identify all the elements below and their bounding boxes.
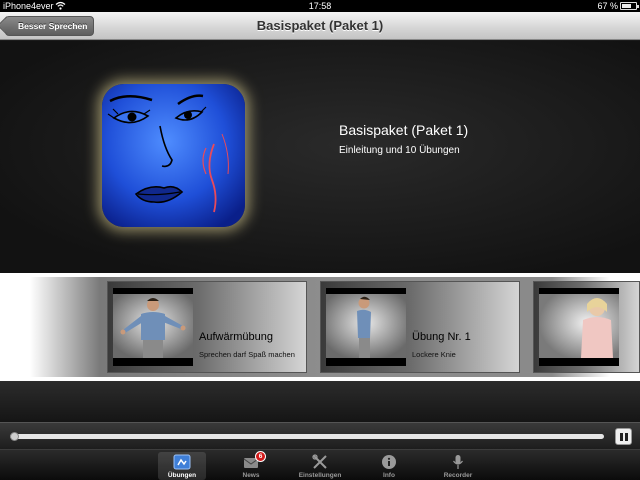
battery-percent: 67 % <box>597 1 618 11</box>
content-spacer <box>0 381 640 422</box>
tab-einstellungen[interactable]: Einstellungen <box>296 452 344 480</box>
tab-news[interactable]: 6 News <box>227 451 275 480</box>
back-button-label: Besser Sprechen <box>18 21 88 31</box>
woman-portrait-thumbnail <box>539 288 619 366</box>
tab-label: Einstellungen <box>298 472 342 479</box>
exercise-subtitle: Lockere Knie <box>412 350 456 359</box>
face-sketch-app-icon <box>102 84 245 227</box>
pause-button[interactable] <box>615 428 632 445</box>
package-subtitle: Einleitung und 10 Übungen <box>339 145 460 156</box>
status-bar: iPhone4ever 17:58 67 % <box>0 0 640 12</box>
man-stretching-thumbnail <box>113 288 193 366</box>
tab-label: Übungen <box>167 472 197 479</box>
microphone-icon <box>453 455 463 469</box>
audio-player <box>0 422 640 449</box>
tab-uebungen[interactable]: Übungen <box>158 452 206 480</box>
tab-label: Recorder <box>443 472 473 479</box>
exercise-carousel[interactable]: Aufwärmübung Sprechen darf Spaß machen Ü… <box>0 273 640 381</box>
exercise-title: Aufwärmübung <box>199 331 273 343</box>
exercise-card-2[interactable] <box>533 281 640 373</box>
back-button[interactable]: Besser Sprechen <box>5 16 95 36</box>
exercise-title: Übung Nr. 1 <box>412 331 471 343</box>
tab-label: News <box>242 472 260 479</box>
navigation-bar: Basispaket (Paket 1) Besser Sprechen <box>0 12 640 40</box>
package-header: Basispaket (Paket 1) Einleitung und 10 Ü… <box>0 41 640 273</box>
tab-bar: Übungen 6 News Einstellungen Info Record… <box>0 449 640 480</box>
clock: 17:58 <box>308 1 332 11</box>
tab-info[interactable]: Info <box>365 452 413 480</box>
exercise-subtitle: Sprechen darf Spaß machen <box>199 350 295 359</box>
tools-icon <box>312 454 327 469</box>
progress-track[interactable] <box>10 434 604 439</box>
exercise-card-1[interactable]: Übung Nr. 1 Lockere Knie <box>320 281 520 373</box>
exercises-icon <box>173 454 191 470</box>
package-title: Basispaket (Paket 1) <box>339 122 469 138</box>
tab-recorder[interactable]: Recorder <box>434 452 482 480</box>
battery-icon <box>620 2 639 10</box>
tab-label: Info <box>383 472 395 479</box>
progress-knob[interactable] <box>10 432 19 441</box>
news-badge: 6 <box>255 451 266 462</box>
info-icon <box>382 455 396 469</box>
app-window: iPhone4ever 17:58 67 % Basispaket (Paket… <box>0 0 640 480</box>
exercise-card-warmup[interactable]: Aufwärmübung Sprechen darf Spaß machen <box>107 281 307 373</box>
man-standing-profile-thumbnail <box>326 288 406 366</box>
page-title: Basispaket (Paket 1) <box>256 18 384 33</box>
